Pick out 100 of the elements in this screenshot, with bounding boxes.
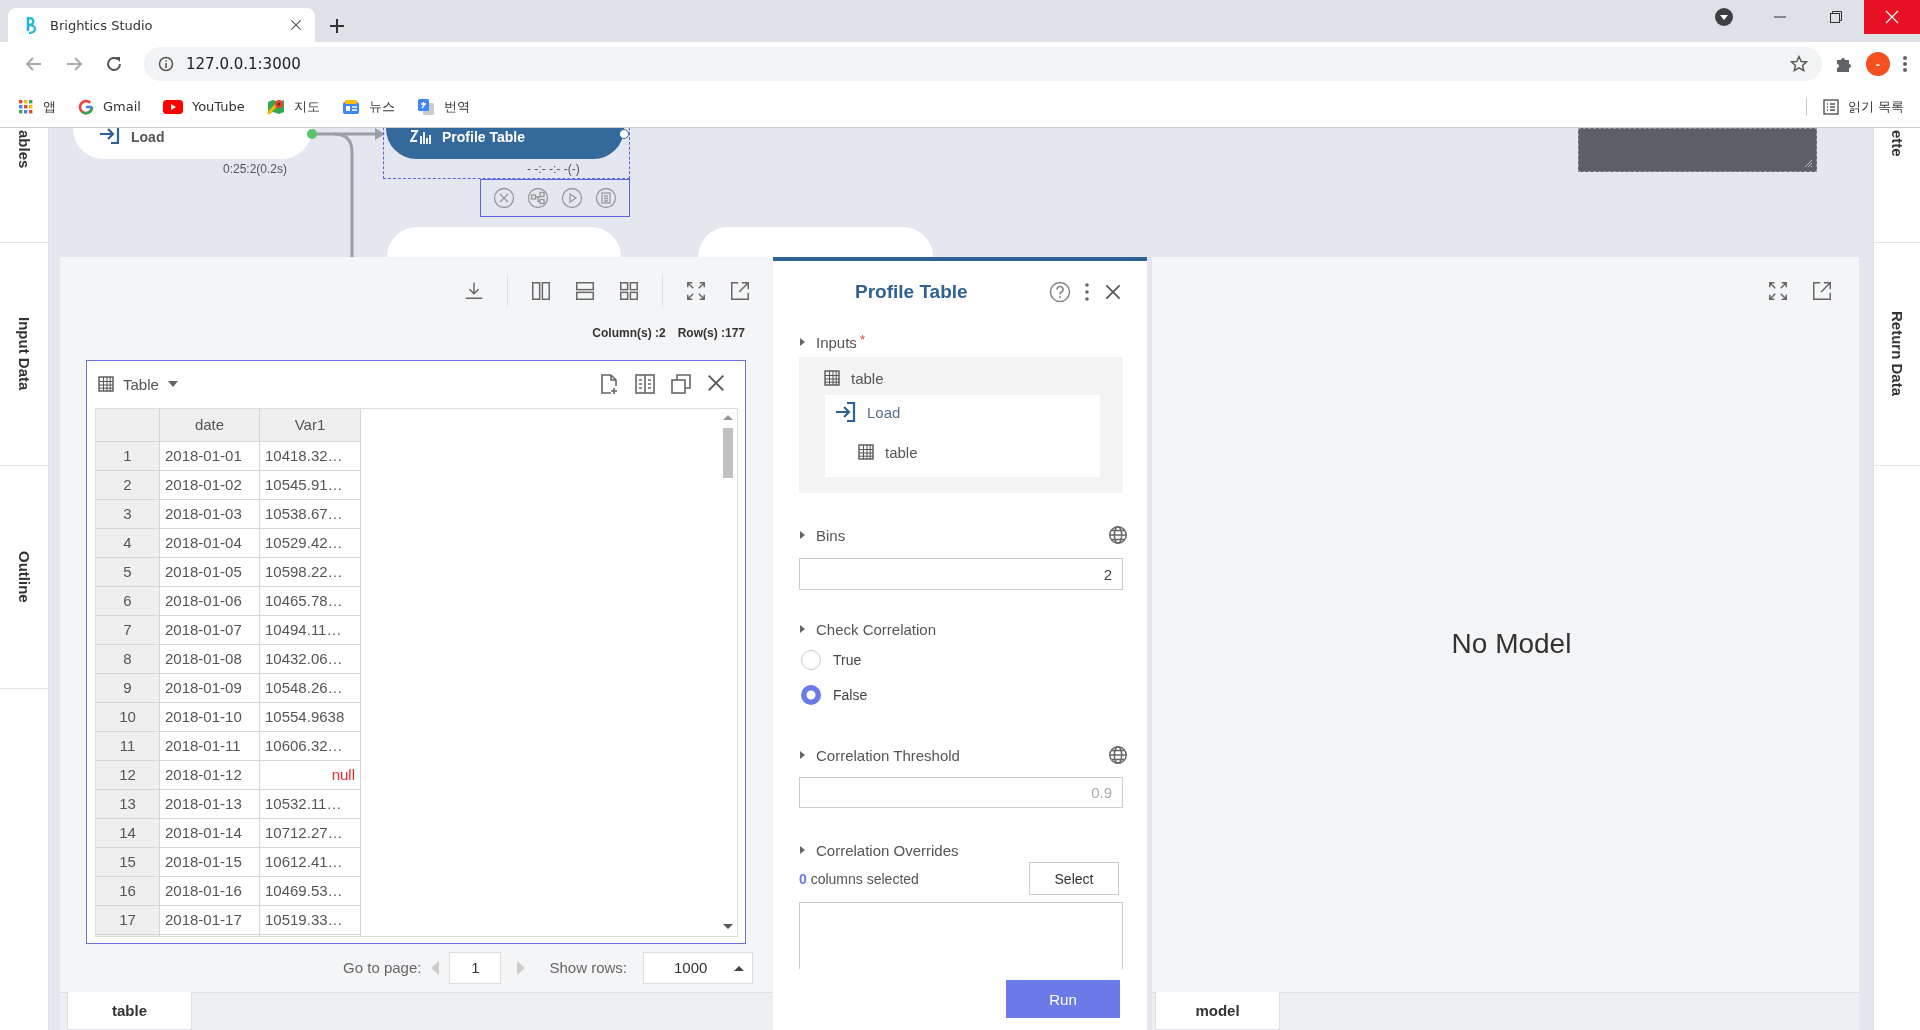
radio-option[interactable]: False [799, 681, 868, 709]
load-icon [97, 128, 121, 145]
expand-triangle-icon[interactable] [799, 338, 806, 346]
table-cell: 10554.9638 [260, 702, 361, 732]
table-cell: 10612.41… [260, 847, 361, 877]
select-button[interactable]: Select [1029, 862, 1119, 895]
table-cell: 2018-01-05 [160, 557, 260, 587]
newspaper-icon [341, 97, 360, 116]
fullscreen-icon[interactable] [685, 279, 707, 302]
globe-icon[interactable] [1107, 524, 1129, 546]
row-number: 8 [96, 644, 160, 674]
scroll-up-icon[interactable] [723, 413, 733, 420]
globe-icon[interactable] [1107, 744, 1129, 766]
more-options-icon[interactable] [1085, 283, 1089, 301]
output-tab[interactable]: model [1155, 992, 1280, 1030]
output-port[interactable] [619, 129, 629, 139]
expand-triangle-icon[interactable] [799, 625, 806, 633]
expand-triangle-icon[interactable] [799, 531, 806, 539]
table-cell: 2018-01-04 [160, 528, 260, 558]
radio-option[interactable]: True [799, 646, 862, 674]
bookmark-link[interactable]: 뉴스 [341, 97, 395, 116]
browser-tab[interactable]: Brightics Studio [8, 8, 315, 42]
table-cell: 10606.32… [260, 731, 361, 761]
popout-icon[interactable] [1811, 280, 1833, 302]
close-icon[interactable] [289, 18, 303, 32]
table-cell: 10469.53… [260, 876, 361, 906]
column-header[interactable]: date [160, 408, 260, 442]
row-number: 4 [96, 528, 160, 558]
row-number: 1 [96, 441, 160, 471]
back-arrow-icon [25, 55, 43, 73]
threshold-field[interactable]: 0.9 [799, 777, 1123, 808]
bookmark-link[interactable]: 번역 [416, 97, 470, 116]
table-view-dropdown[interactable]: Table [97, 375, 179, 394]
flow-node[interactable]: Load [73, 128, 312, 159]
table-cell: 2018-01-15 [160, 847, 260, 877]
rows-per-page-select[interactable]: 1000 [643, 951, 753, 984]
more-options-icon[interactable] [1902, 55, 1908, 73]
bookmark-link[interactable]: 앱 [18, 97, 56, 116]
table-icon [823, 369, 841, 387]
side-panel-tab[interactable]: Return Data [1888, 311, 1906, 397]
run-button[interactable]: Run [1006, 980, 1120, 1018]
address-bar[interactable]: 127.0.0.1:3000 [144, 47, 1822, 81]
expand-triangle-icon[interactable] [799, 751, 806, 759]
popout-icon[interactable] [729, 279, 751, 302]
section-label: Correlation Overrides [816, 841, 959, 859]
clipboard-icon[interactable] [595, 187, 617, 209]
star-icon[interactable] [1790, 55, 1808, 73]
resize-handle-icon[interactable] [1804, 159, 1813, 168]
split-columns-icon[interactable] [530, 279, 552, 302]
run-time-label: - -:- -:- -(-) [527, 162, 580, 176]
output-tab[interactable]: table [67, 992, 192, 1030]
side-panel-tab[interactable]: ette [1888, 130, 1906, 157]
row-number: 7 [96, 615, 160, 645]
bookmark-link[interactable]: 지도 [266, 97, 320, 116]
row-number: 5 [96, 557, 160, 587]
side-panel-tab[interactable]: Input Data [15, 317, 33, 391]
restore-icon [1830, 11, 1842, 23]
scroll-down-icon[interactable] [723, 923, 733, 930]
reading-list-button[interactable]: 읽기 목록 [1805, 97, 1904, 116]
close-icon[interactable] [1103, 282, 1123, 302]
bins-field[interactable]: 2 [799, 558, 1123, 590]
split-rows-icon[interactable] [574, 279, 596, 302]
fullscreen-icon[interactable] [1767, 280, 1789, 302]
side-panel-tab[interactable]: ables [15, 130, 33, 169]
table-icon [857, 443, 875, 461]
panel-title: Profile Table [855, 281, 968, 303]
row-number: 9 [96, 673, 160, 703]
dropdown-icon [1715, 8, 1733, 26]
grid-layout-icon[interactable] [618, 279, 640, 302]
bookmark-link[interactable]: YouTube [162, 99, 245, 114]
row-number: 6 [96, 586, 160, 616]
column-header[interactable]: Var1 [260, 408, 361, 442]
radio-button[interactable] [801, 650, 821, 670]
table-cell: 2018-01-10 [160, 702, 260, 732]
column-settings-icon[interactable] [633, 372, 657, 397]
flow-node[interactable]: Profile Table [386, 128, 624, 159]
map-pin-icon [266, 97, 285, 116]
page-field[interactable]: 1 [449, 951, 502, 984]
radio-button[interactable] [801, 685, 821, 705]
caret-icon [734, 964, 744, 971]
null-value: null [260, 760, 361, 790]
row-count: Row(s) :177 [677, 324, 745, 341]
scrollbar-thumb[interactable] [723, 427, 733, 478]
source-port-label: table [885, 443, 918, 461]
section-label: Check Correlation [816, 620, 937, 638]
empty-state-message: No Model [1451, 627, 1572, 660]
video-play-icon [162, 99, 183, 114]
copy-icon[interactable] [669, 372, 693, 397]
source-node-label: Load [867, 403, 901, 421]
side-panel-tab[interactable]: Outline [15, 551, 33, 603]
help-icon[interactable] [1049, 281, 1071, 303]
bar-chart-icon [410, 128, 432, 145]
section-label: Correlation Threshold [816, 746, 960, 764]
run-time-label: 0:25:2(0.2s) [223, 162, 288, 176]
expand-triangle-icon[interactable] [799, 846, 806, 854]
new-tab-button[interactable] [329, 18, 345, 34]
row-number: 16 [96, 876, 160, 906]
translate-icon [416, 97, 435, 116]
bookmark-link[interactable]: Gmail [78, 98, 141, 115]
load-icon [833, 401, 857, 423]
